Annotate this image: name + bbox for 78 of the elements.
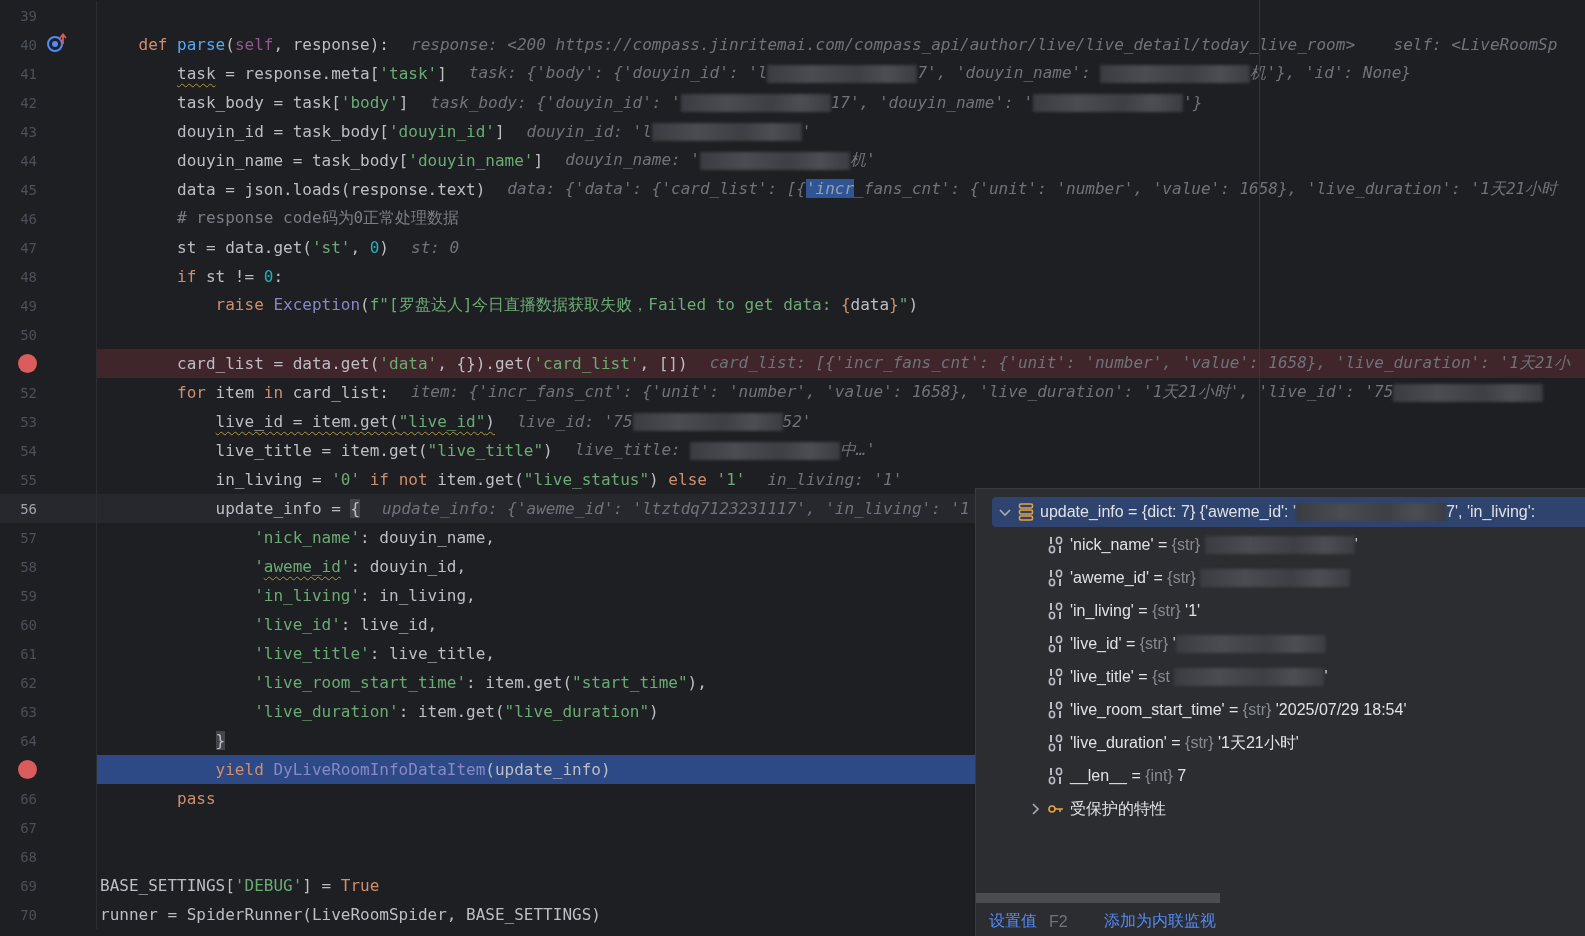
variable-text: 'aweme_id' = {str} — [1070, 568, 1351, 588]
variable-text: 'nick_name' = {str} ' — [1070, 535, 1358, 555]
binary-icon — [1048, 635, 1064, 653]
scrollbar[interactable] — [976, 893, 1220, 903]
code-line: 'live_room_start_time': item.get("start_time"), — [253, 673, 707, 692]
code-line: runner = SpiderRunner(LiveRoomSpider, BASE_SETTINGS) — [100, 905, 601, 924]
inline-value-hint: st: 0 — [411, 238, 460, 257]
shortcut-hint: F2 — [1049, 912, 1068, 931]
variable-row[interactable]: 'in_living' = {str} '1' — [992, 596, 1585, 626]
code-line: # response code码为0正常处理数据 — [176, 208, 460, 229]
stack-icon — [1018, 503, 1034, 521]
inline-value-hint: card_list: [{'incr_fans_cnt': {'unit': 'number', 'value': 1658}, 'live_duration': '1天21小 — [709, 353, 1571, 374]
code-line: update_info = { — [214, 499, 361, 518]
code-line: douyin_name = task_body['douyin_name'] — [176, 151, 544, 170]
inline-value-hint: item: {'incr_fans_cnt': {'unit': 'number', 'value': 1658}, 'live_duration': '1天21小时', 'live_id': '75 — [411, 382, 1544, 403]
code-line: data = json.loads(response.text) — [176, 180, 486, 199]
key-icon — [1048, 804, 1064, 814]
binary-icon — [1048, 701, 1064, 719]
variable-row[interactable]: 受保护的特性 — [992, 794, 1585, 824]
binary-icon — [1048, 536, 1064, 554]
code-line: st = data.get('st', 0) — [176, 238, 389, 257]
code-line: 'nick_name': douyin_name, — [253, 528, 495, 547]
variable-text: 受保护的特性 — [1070, 798, 1166, 819]
code-line: card_list = data.get('data', {}).get('card_list', []) — [176, 354, 688, 373]
inline-value-hint: in_living: '1' — [767, 470, 903, 489]
code-line: 'live_id': live_id, — [253, 615, 438, 634]
action-link[interactable]: 添加为内联监视 — [1103, 911, 1216, 932]
action-link[interactable]: 设置值 — [989, 911, 1037, 932]
override-icon[interactable] — [46, 33, 68, 53]
variable-text: 'live_duration' = {str} '1天21小时' — [1070, 732, 1299, 753]
variable-text: 'live_room_start_time' = {str} '2025/07/29 18:54' — [1070, 701, 1407, 719]
code-line: yield DyLiveRoomInfoDataItem(update_info) — [214, 760, 611, 779]
variable-text: 'live_id' = {str} ' — [1070, 634, 1326, 654]
code-line: 'aweme_id': douyin_id, — [253, 557, 467, 576]
code-line: douyin_id = task_body['douyin_id'] — [176, 122, 505, 141]
code-line: def parse(self, response): — [137, 35, 389, 54]
code-line: task = response.meta['task'] — [176, 64, 447, 83]
line-number: 56 — [19, 500, 37, 517]
variable-row[interactable]: 'live_id' = {str} ' — [992, 629, 1585, 659]
variable-row[interactable]: 'live_title' = {st ' — [992, 662, 1585, 692]
code-line: 'live_duration': item.get("live_duration") — [253, 702, 659, 721]
code-line: 'in_living': in_living, — [253, 586, 476, 605]
inline-value-hint: update_info: {'aweme_id': 'ltztdq7123231117', 'in_living': '1 — [382, 499, 970, 518]
inline-value-hint: douyin_name: ' 机' — [565, 150, 876, 171]
variable-row[interactable]: update_info = {dict: 7} {'aweme_id': ' 7', 'in_living': — [992, 497, 1585, 527]
variable-row[interactable]: 'aweme_id' = {str} — [992, 563, 1585, 593]
binary-icon — [1048, 569, 1064, 587]
binary-icon — [1048, 734, 1064, 752]
code-line: 'live_title': live_title, — [253, 644, 495, 663]
variable-row[interactable]: 'nick_name' = {str} ' — [992, 530, 1585, 560]
breakpoint-icon[interactable] — [18, 760, 37, 779]
variable-row[interactable]: 'live_room_start_time' = {str} '2025/07/29 18:54' — [992, 695, 1585, 725]
code-line: for item in card_list: — [176, 383, 389, 402]
code-line: live_id = item.get("live_id") — [214, 412, 495, 431]
variable-text: 'in_living' = {str} '1' — [1070, 602, 1201, 620]
inline-value-hint: data: {'data': {'card_list': [{'incr_fans_cnt': {'unit': 'number', 'value': 1658}, 'live_duration': '1天21小时 — [507, 179, 1558, 200]
code-line: task_body = task['body'] — [176, 93, 409, 112]
binary-icon — [1048, 602, 1064, 620]
inline-value-hint: douyin_id: 'l ' — [526, 121, 812, 142]
inline-value-hint: task_body: {'douyin_id': ' 17', 'douyin_name': ' '} — [430, 92, 1203, 113]
code-line: pass — [176, 789, 216, 808]
variable-row[interactable]: __len__ = {int} 7 — [992, 761, 1585, 791]
inline-value-hint: task: {'body': {'douyin_id': 'l 7', 'douyin_name': 机'}, 'id': None} — [468, 63, 1411, 84]
inline-value-hint: live_title: 中…' — [574, 440, 876, 461]
code-line: raise Exception(f"[罗盘达人]今日直播数据获取失败，Failed to get data: {data}") — [214, 295, 918, 316]
binary-icon — [1048, 668, 1064, 686]
variable-text: update_info = {dict: 7} {'aweme_id': ' 7', 'in_living': — [1040, 502, 1536, 522]
code-line: BASE_SETTINGS['DEBUG'] = True — [100, 876, 380, 895]
inline-value-hint: response: <200 https://compass.jinritemai.com/compass_api/author/live/live_detail/today_live_room> self: <LiveRoomSp — [411, 35, 1558, 54]
variable-text: __len__ = {int} 7 — [1070, 767, 1187, 785]
inline-value-hint: live_id: '75 52' — [516, 411, 812, 432]
variable-text: 'live_title' = {st ' — [1070, 667, 1328, 687]
binary-icon — [1048, 767, 1064, 785]
variable-row[interactable]: 'live_duration' = {str} '1天21小时' — [992, 728, 1585, 758]
code-line: in_living = '0' if not item.get("live_status") else '1' — [214, 470, 746, 489]
breakpoint-icon[interactable] — [18, 354, 37, 373]
code-line: if st != 0: — [176, 267, 284, 286]
code-line: live_title = item.get("live_title") — [214, 441, 553, 460]
